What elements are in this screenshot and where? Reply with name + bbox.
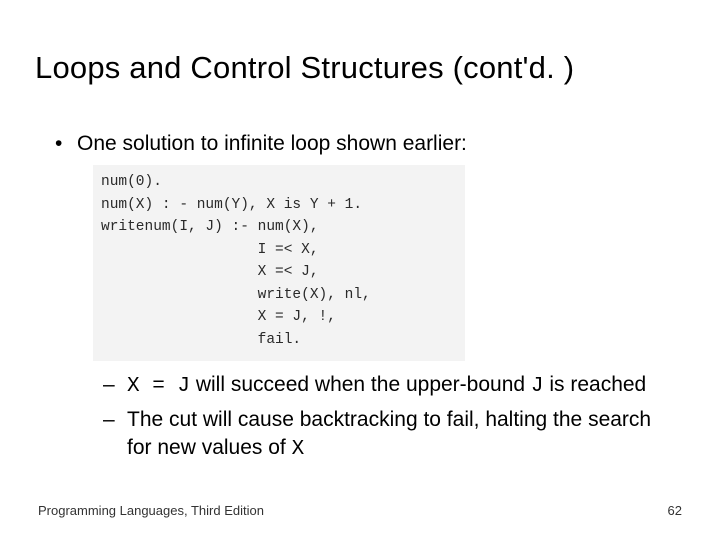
inline-code: X [292, 438, 305, 461]
footer-left: Programming Languages, Third Edition [38, 503, 264, 518]
slide-title: Loops and Control Structures (cont'd. ) [35, 50, 685, 86]
code-block: num(0). num(X) : - num(Y), X is Y + 1. w… [93, 165, 465, 361]
bullet-dot-icon: • [55, 130, 77, 157]
code-text: num(0). num(X) : - num(Y), X is Y + 1. w… [101, 171, 457, 351]
dash-icon: – [103, 371, 127, 400]
text-run: is reached [544, 373, 647, 396]
page-number: 62 [668, 503, 682, 518]
sub-bullet-text: X = J will succeed when the upper-bound … [127, 371, 665, 400]
text-run: will succeed when the upper-bound [190, 373, 531, 396]
bullet-text: One solution to infinite loop shown earl… [77, 130, 467, 157]
bullet-level1: • One solution to infinite loop shown ea… [55, 130, 665, 157]
sub-bullet-text: The cut will cause backtracking to fail,… [127, 406, 665, 463]
sub-bullets: – X = J will succeed when the upper-boun… [103, 371, 665, 463]
slide: Loops and Control Structures (cont'd. ) … [0, 0, 720, 540]
bullet-level2: – The cut will cause backtracking to fai… [103, 406, 665, 463]
dash-icon: – [103, 406, 127, 463]
text-run: The cut will cause backtracking to fail,… [127, 408, 651, 458]
bullet-level2: – X = J will succeed when the upper-boun… [103, 371, 665, 400]
inline-code: X = J [127, 375, 190, 398]
slide-body: • One solution to infinite loop shown ea… [55, 130, 665, 469]
inline-code: J [531, 375, 544, 398]
